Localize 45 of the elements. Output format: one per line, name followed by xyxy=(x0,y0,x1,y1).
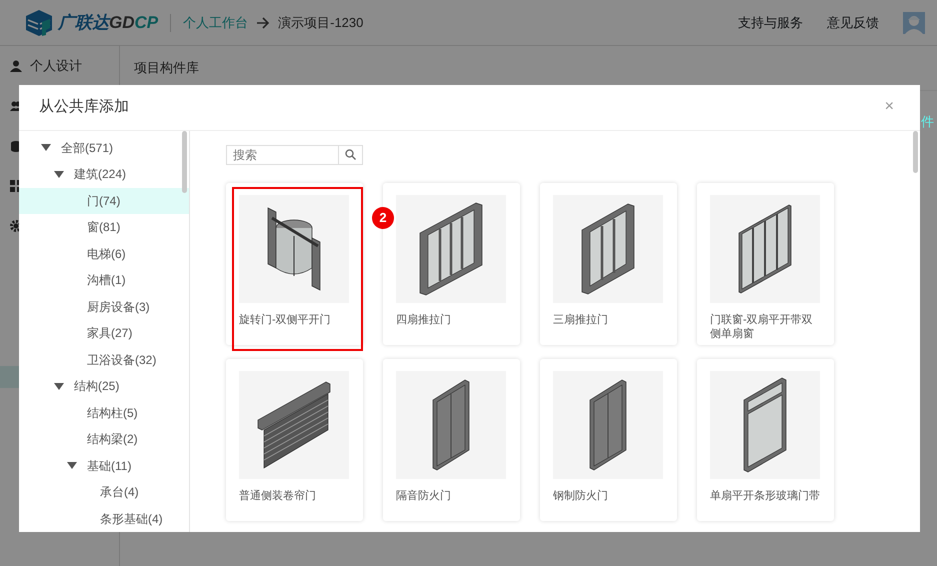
tree-item[interactable]: 基础(11) xyxy=(19,452,189,480)
component-name: 旋转门-双侧平开门 xyxy=(239,312,332,327)
tree-item[interactable]: 卫浴设备(32) xyxy=(19,346,189,374)
caret-down-icon[interactable] xyxy=(41,144,51,152)
tree-item[interactable]: 结构柱(5) xyxy=(19,400,189,426)
tree-item[interactable]: 沟槽(1) xyxy=(19,267,189,294)
tree-item[interactable]: 条形基础(4) xyxy=(19,506,189,532)
component-name: 钢制防火门 xyxy=(553,488,609,503)
breadcrumb-current: 演示项目-1230 xyxy=(278,14,364,32)
tree-item[interactable]: 结构(25) xyxy=(19,373,189,400)
arrow-right-icon xyxy=(256,16,270,28)
page-title: 项目构件库 xyxy=(134,60,199,75)
user-icon xyxy=(10,60,22,72)
component-name: 四扇推拉门 xyxy=(396,312,452,327)
component-name: 单扇平开条形玻璃门带 xyxy=(710,488,821,503)
caret-down-icon[interactable] xyxy=(54,170,64,178)
logo-icon xyxy=(24,8,54,38)
scrollbar-thumb[interactable] xyxy=(913,130,918,173)
tree-item[interactable]: 门(74) xyxy=(19,188,189,214)
component-name: 三扇推拉门 xyxy=(553,312,609,327)
component-name: 普通侧装卷帘门 xyxy=(239,488,317,503)
component-name: 门联窗-双扇平开带双侧单扇窗 xyxy=(710,312,814,342)
component-name: 隔音防火门 xyxy=(396,488,452,503)
search-icon xyxy=(345,149,356,160)
dialog-title: 从公共库添加 xyxy=(39,97,129,118)
header-link[interactable]: 支持与服务 xyxy=(738,12,803,32)
header-link[interactable]: 意见反馈 xyxy=(827,12,879,32)
tree-item[interactable]: 全部(571) xyxy=(19,134,189,162)
tree-item[interactable]: 家具(27) xyxy=(19,320,189,347)
search-field[interactable]: 搜索 xyxy=(226,144,363,165)
tree-item[interactable]: 建筑(224) xyxy=(19,161,189,188)
tree-item[interactable]: 窗(81) xyxy=(19,214,189,241)
tree-item[interactable]: 承台(4) xyxy=(19,479,189,506)
caret-down-icon[interactable] xyxy=(54,382,64,390)
tree-item[interactable]: 电梯(6) xyxy=(19,240,189,268)
step-badge: 2 xyxy=(372,206,394,229)
search-button[interactable] xyxy=(339,144,363,165)
settings-icon[interactable] xyxy=(10,220,22,232)
tree-item[interactable]: 结构梁(2) xyxy=(19,426,189,453)
search-field[interactable]: 搜索 xyxy=(226,144,339,165)
sidebar-item[interactable]: 个人设计 xyxy=(30,56,82,76)
caret-down-icon[interactable] xyxy=(67,462,77,470)
logo-text: 广联达GDCP xyxy=(58,12,158,34)
tree-item[interactable]: 厨房设备(3) xyxy=(19,294,189,320)
scrollbar-thumb[interactable] xyxy=(182,130,187,193)
